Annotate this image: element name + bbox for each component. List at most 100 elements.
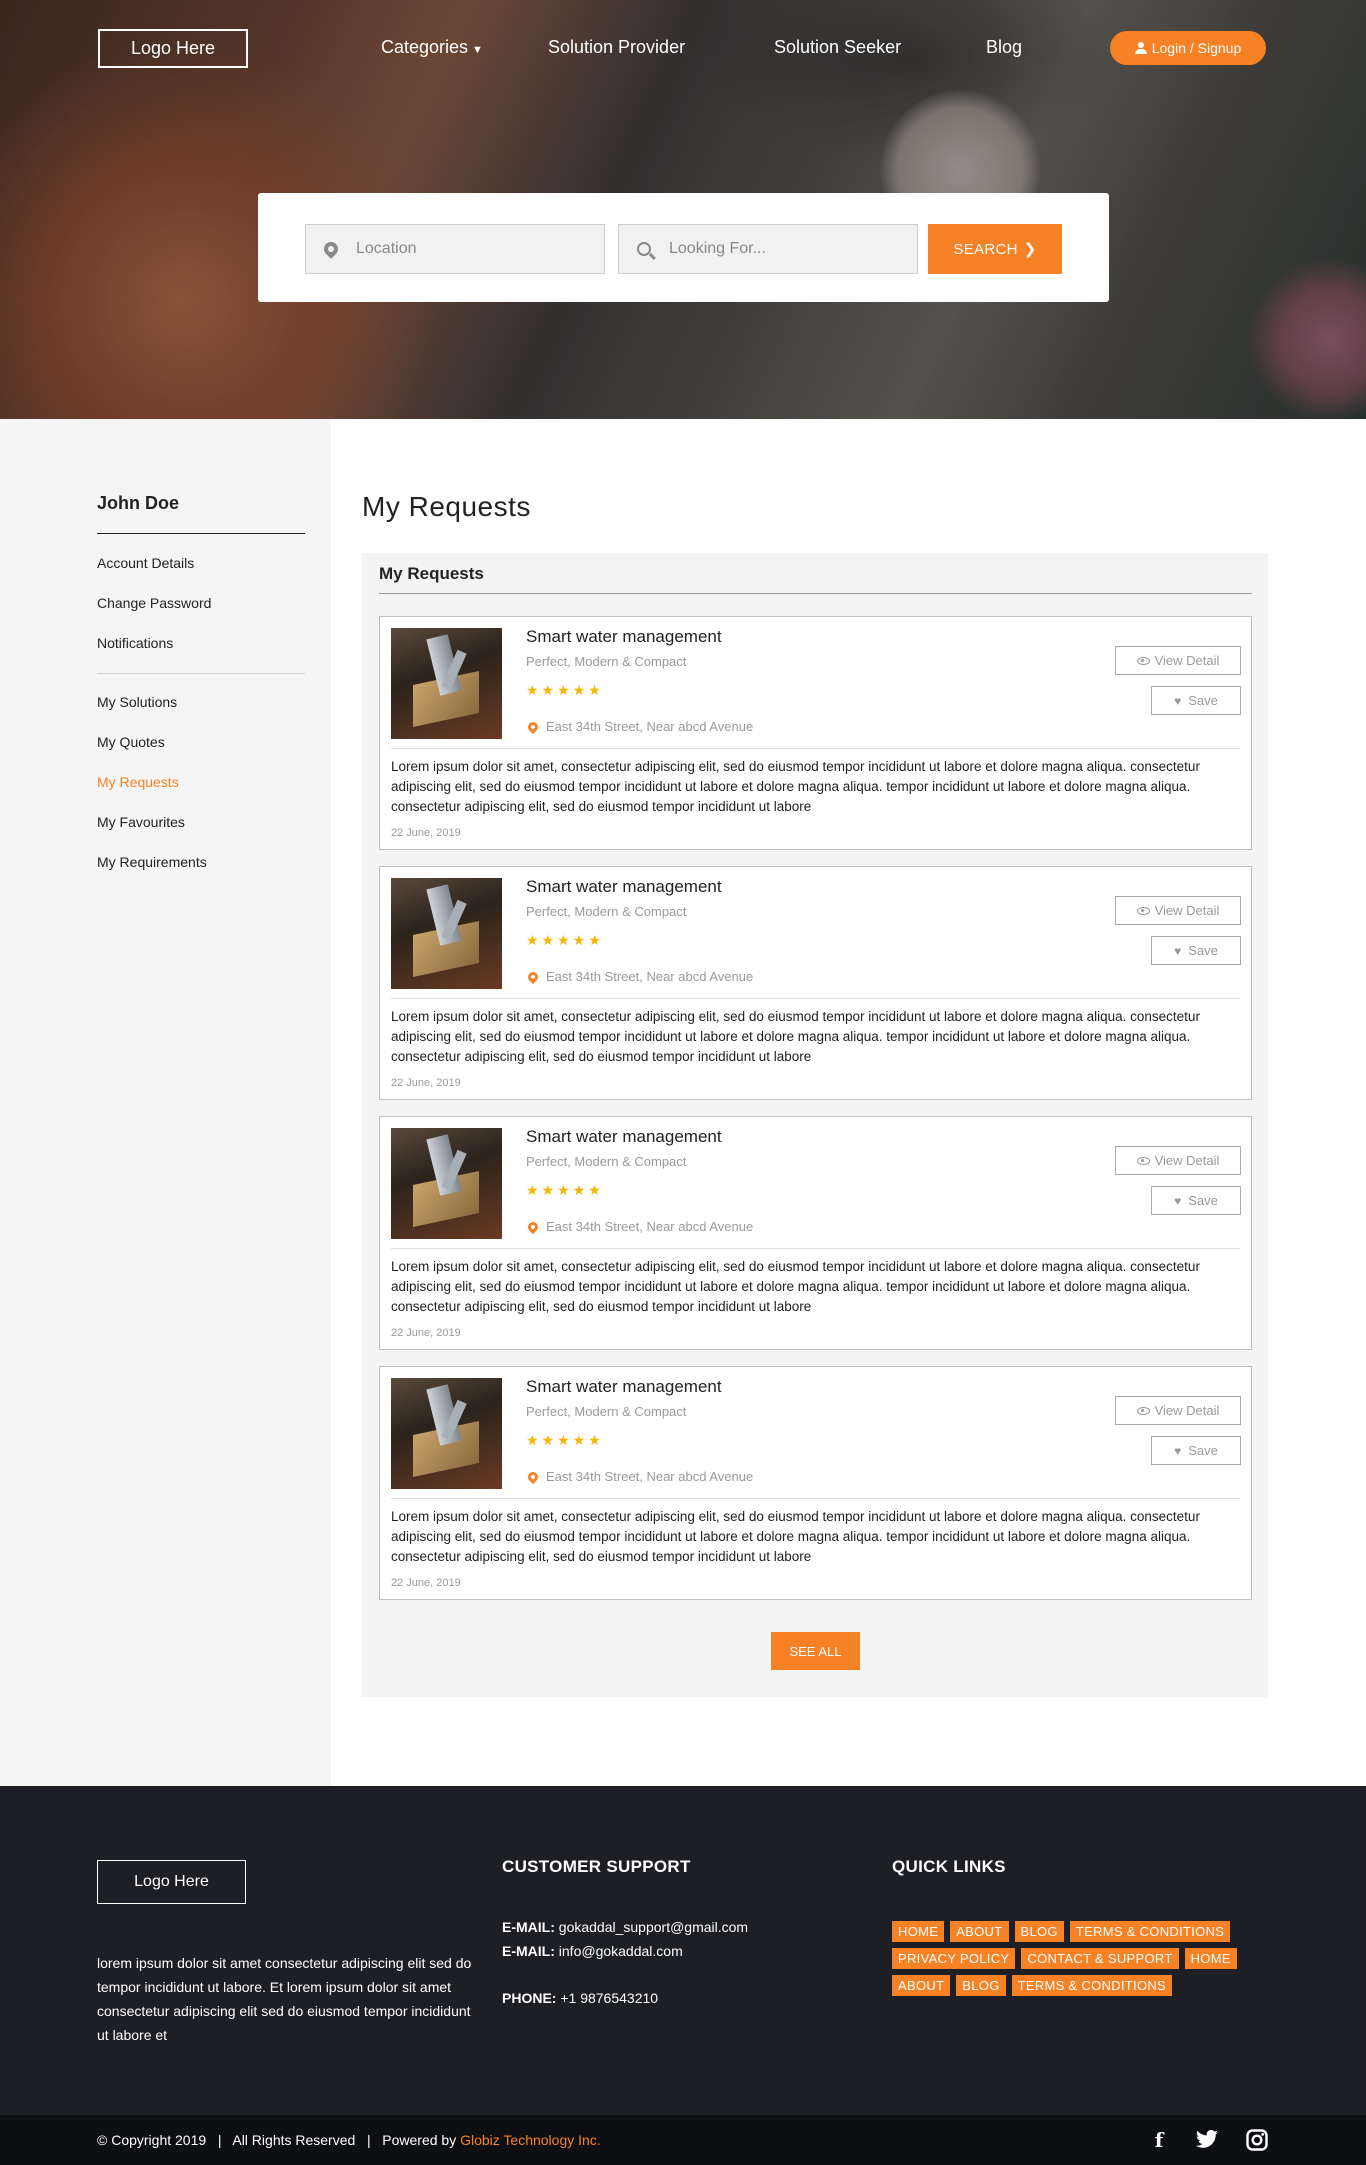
quick-link-about[interactable]: ABOUT xyxy=(892,1975,951,1996)
quick-link-terms[interactable]: TERMS & CONDITIONS xyxy=(1069,1921,1231,1942)
card-title[interactable]: Smart water management xyxy=(526,1127,722,1147)
quick-link-terms[interactable]: TERMS & CONDITIONS xyxy=(1011,1975,1173,1996)
request-card: Smart water management Perfect, Modern &… xyxy=(379,1116,1252,1350)
view-detail-button[interactable]: View Detail xyxy=(1115,646,1241,675)
card-location: East 34th Street, Near abcd Avenue xyxy=(525,1219,754,1234)
chevron-down-icon: ▼ xyxy=(472,44,483,56)
sidebar-divider xyxy=(97,673,305,674)
sidebar-item-change-password[interactable]: Change Password xyxy=(97,595,211,611)
search-button-label: SEARCH xyxy=(953,240,1018,258)
looking-for-input[interactable]: Looking For... xyxy=(618,224,918,274)
login-signup-button[interactable]: Login / Signup xyxy=(1110,31,1266,65)
view-detail-label: View Detail xyxy=(1154,1403,1220,1418)
instagram-icon[interactable] xyxy=(1244,2127,1270,2153)
email-value[interactable]: gokaddal_support@gmail.com xyxy=(559,1919,748,1935)
save-label: Save xyxy=(1188,693,1218,708)
quick-link-blog[interactable]: BLOG xyxy=(956,1975,1006,1996)
quick-link-contact[interactable]: CONTACT & SUPPORT xyxy=(1021,1948,1179,1969)
card-divider xyxy=(391,998,1240,999)
nav-categories[interactable]: Categories ▼ xyxy=(381,37,483,58)
view-detail-button[interactable]: View Detail xyxy=(1115,1146,1241,1175)
quick-links-heading: QUICK LINKS xyxy=(892,1857,1006,1876)
product-thumbnail[interactable] xyxy=(391,878,502,989)
nav-solution-provider[interactable]: Solution Provider xyxy=(548,37,685,58)
view-detail-button[interactable]: View Detail xyxy=(1115,896,1241,925)
customer-support-heading: CUSTOMER SUPPORT xyxy=(502,1857,691,1876)
quick-link-blog[interactable]: BLOG xyxy=(1014,1921,1064,1942)
quick-link-privacy[interactable]: PRIVACY POLICY xyxy=(892,1948,1016,1969)
footer: Logo Here lorem ipsum dolor sit amet con… xyxy=(0,1786,1366,2115)
eye-icon xyxy=(1136,656,1150,665)
location-input[interactable]: Location xyxy=(305,224,605,274)
view-detail-label: View Detail xyxy=(1154,653,1220,668)
phone-value[interactable]: +1 9876543210 xyxy=(560,1990,658,2006)
card-subtitle: Perfect, Modern & Compact xyxy=(526,904,687,919)
card-divider xyxy=(391,1498,1240,1499)
sidebar-item-notifications[interactable]: Notifications xyxy=(97,635,173,651)
looking-for-placeholder: Looking For... xyxy=(669,240,766,257)
quick-link-home[interactable]: HOME xyxy=(892,1921,945,1942)
support-email-1: E-MAIL: gokaddal_support@gmail.com xyxy=(502,1919,748,1935)
card-location-text: East 34th Street, Near abcd Avenue xyxy=(546,1219,754,1234)
product-thumbnail[interactable] xyxy=(391,1378,502,1489)
phone-label: PHONE: xyxy=(502,1990,557,2006)
quick-link-about[interactable]: ABOUT xyxy=(950,1921,1009,1942)
card-location-text: East 34th Street, Near abcd Avenue xyxy=(546,719,754,734)
request-card: Smart water management Perfect, Modern &… xyxy=(379,866,1252,1100)
facebook-icon[interactable]: f xyxy=(1146,2127,1172,2153)
location-placeholder: Location xyxy=(356,240,417,257)
product-thumbnail[interactable] xyxy=(391,1128,502,1239)
save-label: Save xyxy=(1188,1193,1218,1208)
card-subtitle: Perfect, Modern & Compact xyxy=(526,1154,687,1169)
card-divider xyxy=(391,1248,1240,1249)
save-button[interactable]: ♥ Save xyxy=(1151,1436,1241,1465)
eye-icon xyxy=(1136,1406,1150,1415)
location-pin-icon xyxy=(525,719,541,734)
rating-stars: ★★★★★ xyxy=(526,932,604,948)
nav-blog[interactable]: Blog xyxy=(986,37,1022,58)
sidebar-item-my-quotes[interactable]: My Quotes xyxy=(97,734,165,750)
sidebar-item-my-favourites[interactable]: My Favourites xyxy=(97,814,185,830)
footer-logo[interactable]: Logo Here xyxy=(97,1860,246,1904)
sidebar xyxy=(0,419,331,1786)
card-description: Lorem ipsum dolor sit amet, consectetur … xyxy=(391,1259,1200,1314)
sidebar-item-account-details[interactable]: Account Details xyxy=(97,555,194,571)
sidebar-item-my-solutions[interactable]: My Solutions xyxy=(97,694,177,710)
save-button[interactable]: ♥ Save xyxy=(1151,1186,1241,1215)
eye-icon xyxy=(1136,906,1150,915)
heart-icon: ♥ xyxy=(1174,943,1182,958)
save-label: Save xyxy=(1188,943,1218,958)
rating-stars: ★★★★★ xyxy=(526,1432,604,1448)
card-title[interactable]: Smart water management xyxy=(526,877,722,897)
card-title[interactable]: Smart water management xyxy=(526,1377,722,1397)
save-button[interactable]: ♥ Save xyxy=(1151,936,1241,965)
user-name: John Doe xyxy=(97,493,180,513)
quick-link-home[interactable]: HOME xyxy=(1184,1948,1237,1969)
copyright-text: © Copyright 2019 | All Rights Reserved |… xyxy=(97,2132,601,2148)
view-detail-button[interactable]: View Detail xyxy=(1115,1396,1241,1425)
sidebar-item-my-requirements[interactable]: My Requirements xyxy=(97,854,207,870)
header-logo[interactable]: Logo Here xyxy=(98,29,248,68)
view-detail-label: View Detail xyxy=(1154,903,1220,918)
nav-solution-seeker[interactable]: Solution Seeker xyxy=(774,37,901,58)
rating-stars: ★★★★★ xyxy=(526,1182,604,1198)
quick-links: HOME ABOUT BLOG TERMS & CONDITIONS PRIVA… xyxy=(892,1921,1272,1996)
sidebar-item-my-requests[interactable]: My Requests xyxy=(97,774,179,790)
save-button[interactable]: ♥ Save xyxy=(1151,686,1241,715)
see-all-button[interactable]: SEE ALL xyxy=(771,1632,860,1670)
twitter-icon[interactable] xyxy=(1194,2127,1220,2153)
support-email-2: E-MAIL: info@gokaddal.com xyxy=(502,1943,683,1959)
footer-about-text: lorem ipsum dolor sit amet consectetur a… xyxy=(97,1955,472,2043)
card-title[interactable]: Smart water management xyxy=(526,627,722,647)
powered-by-link[interactable]: Globiz Technology Inc. xyxy=(460,2132,601,2148)
eye-icon xyxy=(1136,1156,1150,1165)
heart-icon: ♥ xyxy=(1174,1193,1182,1208)
copyright-label: © Copyright 2019 | All Rights Reserved |… xyxy=(97,2132,461,2148)
search-button[interactable]: SEARCH ❯ xyxy=(928,224,1062,274)
card-divider xyxy=(391,748,1240,749)
email-value[interactable]: info@gokaddal.com xyxy=(559,1943,683,1959)
panel-title: My Requests xyxy=(379,564,484,583)
card-description: Lorem ipsum dolor sit amet, consectetur … xyxy=(391,759,1200,814)
product-thumbnail[interactable] xyxy=(391,628,502,739)
hero-banner: Logo Here Categories ▼ Solution Provider … xyxy=(0,0,1366,419)
